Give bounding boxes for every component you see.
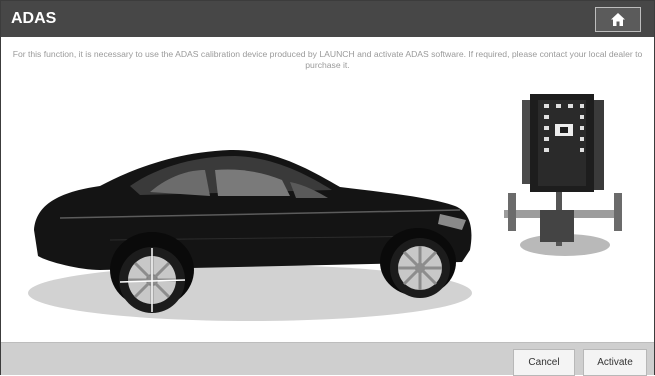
home-button[interactable] bbox=[595, 7, 641, 32]
adas-illustration bbox=[28, 94, 622, 321]
front-wheel bbox=[390, 238, 450, 298]
rear-wheel bbox=[119, 247, 186, 313]
home-icon bbox=[611, 13, 625, 26]
notice-text: For this function, it is necessary to us… bbox=[12, 49, 643, 70]
footer-bar: Cancel Activate bbox=[1, 342, 654, 376]
activate-button[interactable]: Activate bbox=[583, 349, 647, 376]
app-header: ADAS bbox=[1, 1, 654, 37]
cancel-button[interactable]: Cancel bbox=[513, 349, 575, 376]
page-title: ADAS bbox=[11, 10, 57, 27]
calibration-device-image bbox=[504, 94, 622, 256]
